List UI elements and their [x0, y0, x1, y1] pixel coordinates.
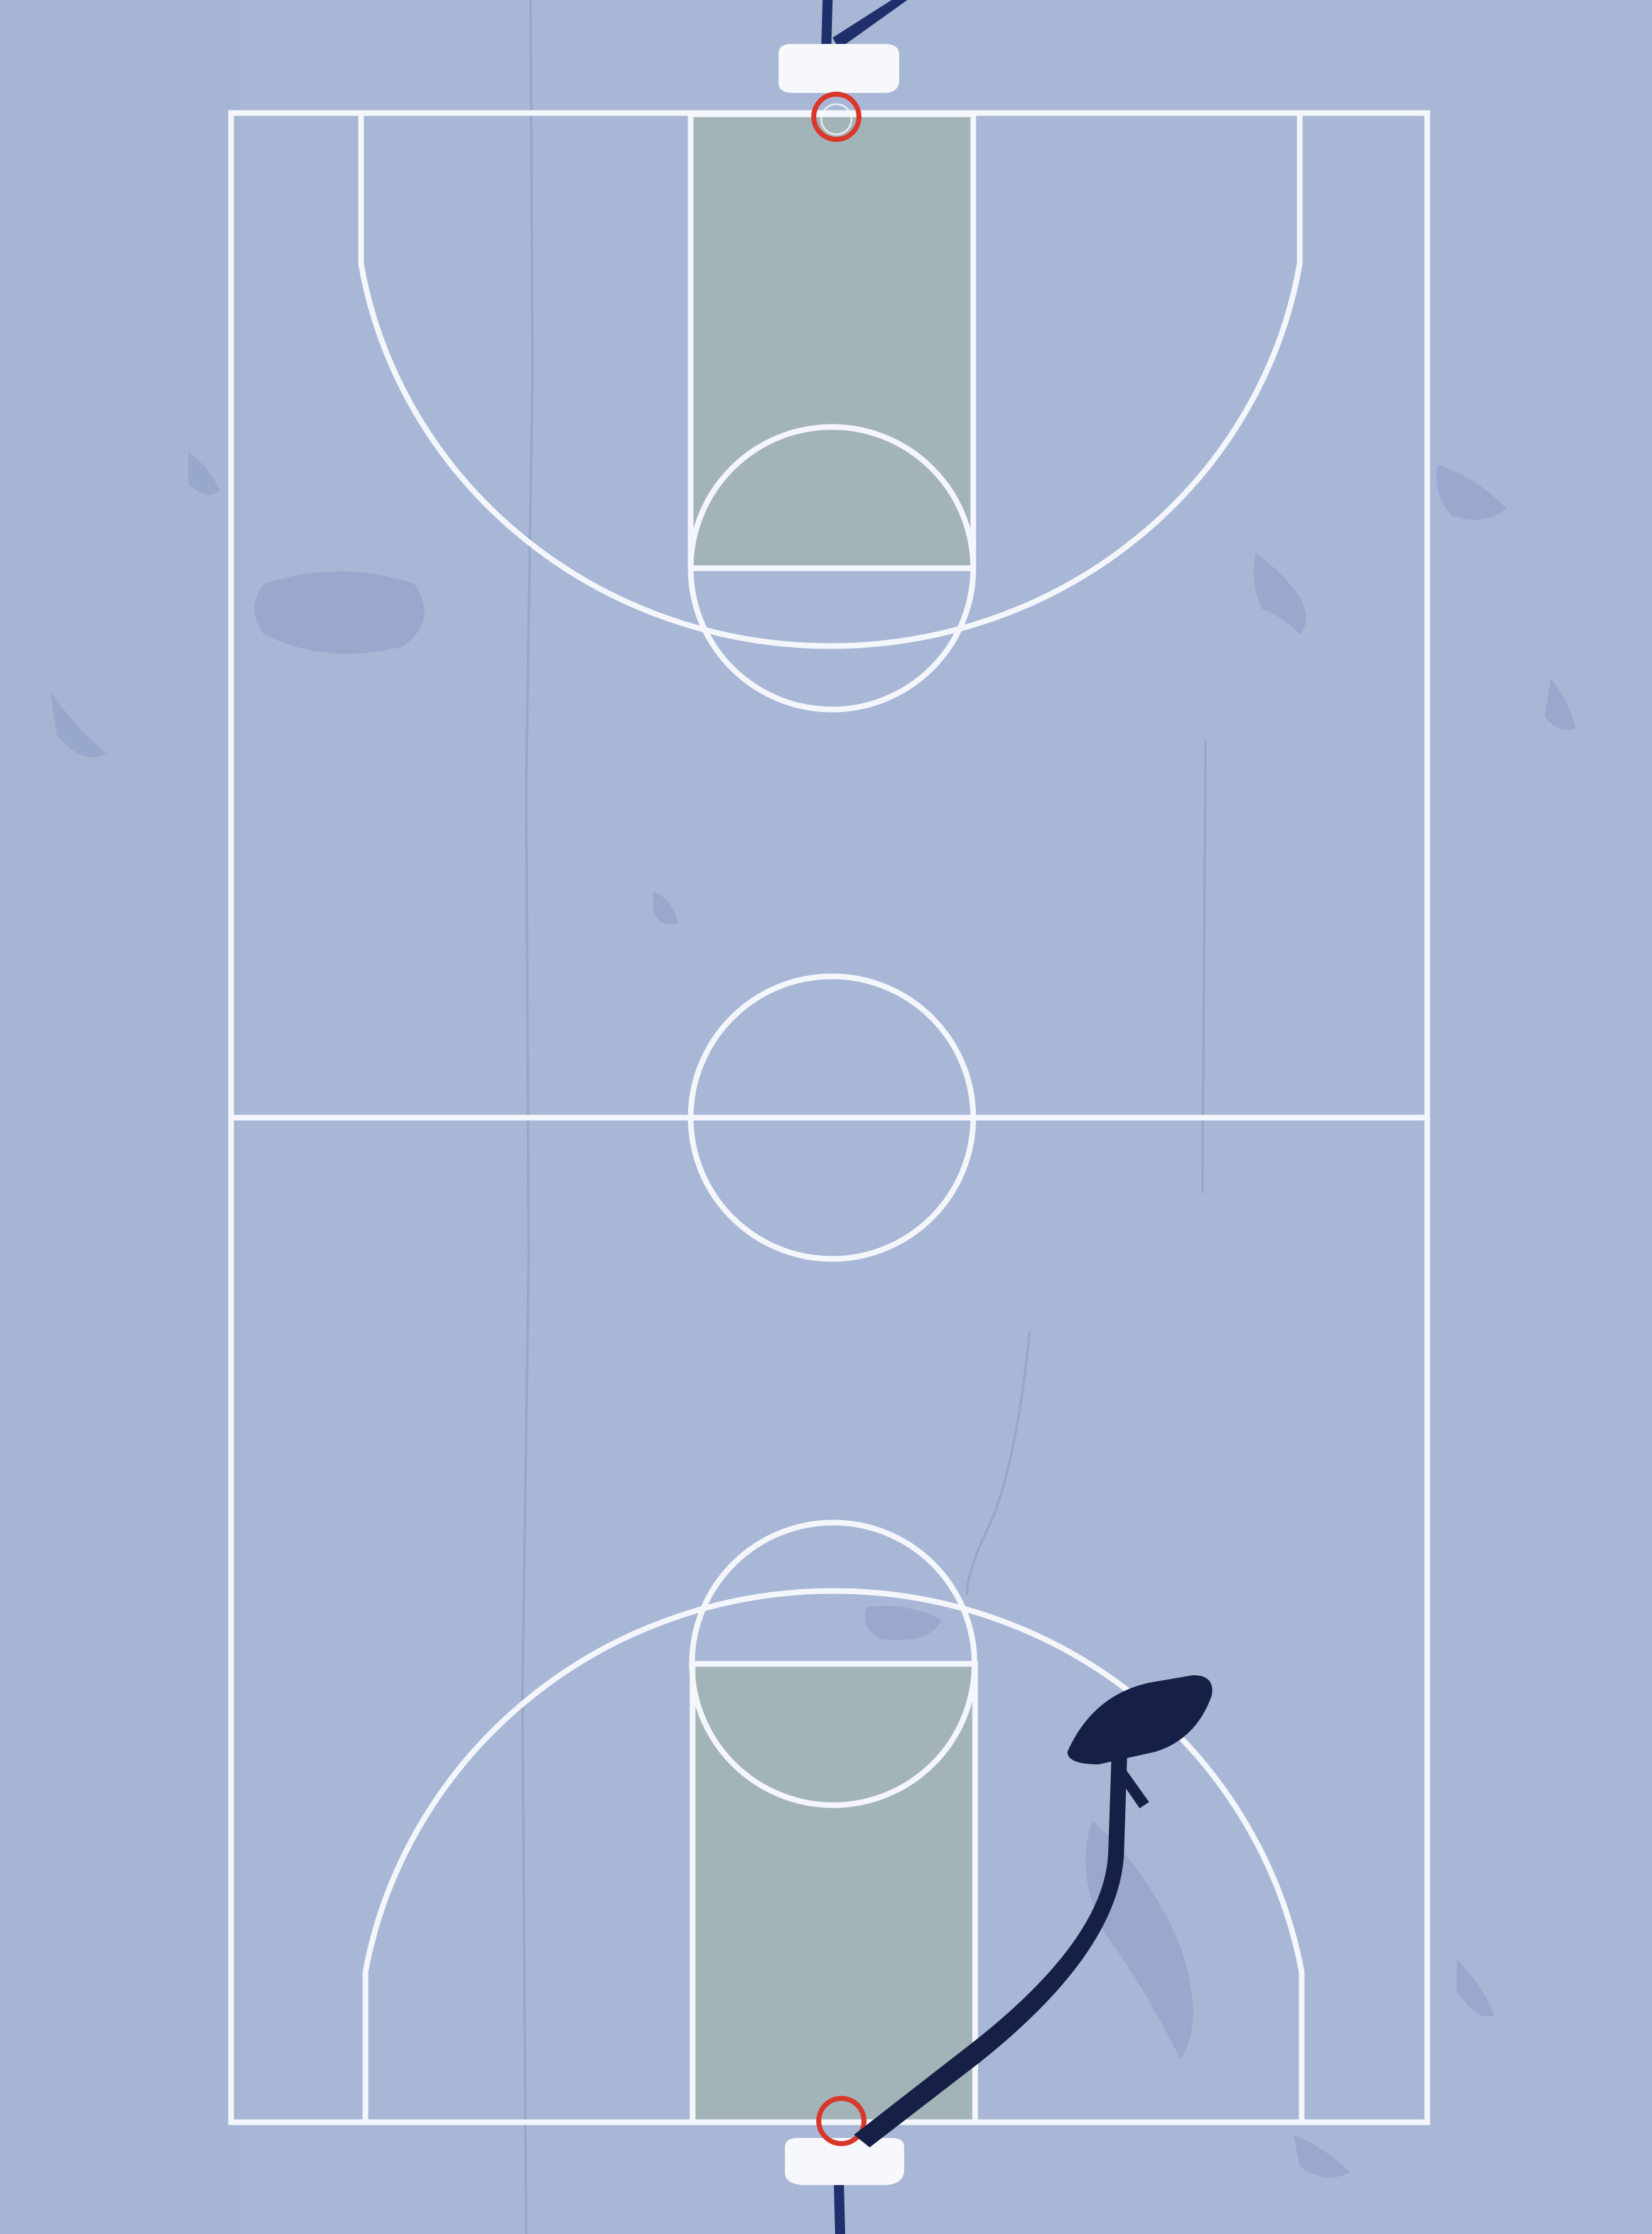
- ground-shade: [0, 0, 239, 2234]
- bottom-paint-area: [693, 1664, 975, 2119]
- pole-icon-bottom: [834, 2185, 845, 2234]
- top-paint-area: [691, 114, 973, 568]
- court-scene: [0, 0, 1652, 2234]
- pole-icon: [821, 0, 833, 47]
- backboard-icon: [779, 44, 899, 93]
